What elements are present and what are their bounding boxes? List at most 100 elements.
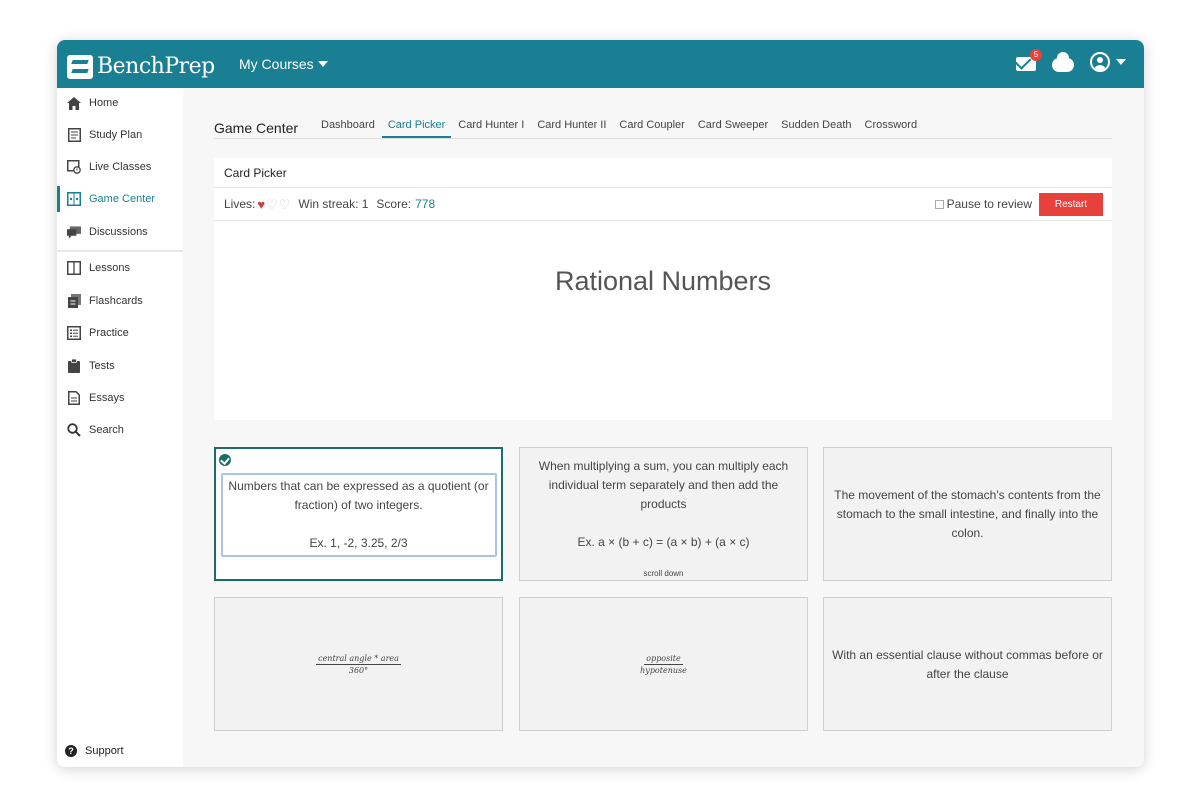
sidebar-item-flashcards[interactable]: Flashcards (57, 288, 183, 314)
score-value: 778 (415, 197, 436, 211)
card-fraction: central angle * area 360° (215, 654, 502, 675)
support-label: Support (85, 745, 124, 757)
sidebar-item-game-center[interactable]: Game Center (57, 186, 183, 212)
my-courses-dropdown[interactable]: My Courses (239, 56, 328, 72)
mail-badge: 5 (1030, 49, 1042, 61)
heart-full-icon: ♥ (257, 196, 266, 212)
heart-empty-icon: ♡ (278, 196, 291, 212)
question-icon: ? (65, 745, 77, 757)
fraction-denominator: 360° (348, 666, 369, 675)
sidebar-item-label: Flashcards (89, 295, 143, 307)
sidebar-item-label: Study Plan (89, 129, 143, 141)
tab-card-picker[interactable]: Card Picker (381, 118, 452, 138)
logo-text: BenchPrep (97, 54, 215, 79)
discussions-icon (67, 225, 81, 239)
tab-dashboard[interactable]: Dashboard (315, 118, 381, 138)
sidebar-item-label: Lessons (89, 262, 130, 274)
sidebar-item-label: Essays (89, 392, 125, 404)
card-example: Ex. a × (b + c) = (a × b) + (a × c) (577, 535, 750, 549)
game-tabs: Dashboard Card Picker Card Hunter I Card… (315, 118, 924, 138)
clipboard-icon (67, 359, 81, 373)
lives-hearts: ♥ ♡ ♡ (257, 198, 290, 211)
score-label: Score: (376, 197, 412, 211)
heart-empty-icon: ♡ (266, 196, 278, 212)
sidebar-item-label: Home (89, 97, 119, 109)
caret-down-icon (317, 61, 328, 67)
sidebar-item-label: Game Center (89, 193, 156, 205)
sidebar-item-label: Discussions (89, 226, 148, 238)
game-status-row: Lives: ♥ ♡ ♡ Win streak: 1 Score: 778 Pa… (214, 188, 1112, 221)
sidebar-item-tests[interactable]: Tests (57, 353, 183, 379)
cloud-download-icon[interactable] (1052, 51, 1074, 72)
logo[interactable]: BenchPrep (67, 54, 215, 79)
answer-card[interactable]: central angle * area 360° (214, 597, 503, 731)
tab-card-hunter-2[interactable]: Card Hunter II (531, 118, 612, 138)
game-panel: Card Picker Lives: ♥ ♡ ♡ Win streak: 1 S… (214, 158, 1112, 420)
live-classes-icon (67, 160, 81, 174)
tab-card-coupler[interactable]: Card Coupler (613, 118, 690, 138)
game-center-icon (67, 192, 81, 206)
tab-sudden-death[interactable]: Sudden Death (775, 118, 857, 138)
card-text: When multiplying a sum, you can multiply… (538, 459, 789, 511)
sidebar-item-label: Tests (89, 360, 115, 372)
practice-icon (67, 326, 81, 340)
answer-card[interactable]: With an essential clause without commas … (823, 597, 1112, 731)
caret-down-icon (1116, 59, 1126, 65)
home-icon (67, 96, 81, 110)
restart-button[interactable]: Restart (1039, 193, 1103, 216)
essays-icon (67, 391, 81, 405)
pause-checkbox[interactable] (934, 199, 944, 209)
panel-title: Card Picker (214, 158, 1112, 188)
tabs-underline (214, 138, 1112, 139)
answer-card[interactable]: When multiplying a sum, you can multiply… (519, 447, 808, 581)
pause-toggle[interactable]: Pause to review (934, 197, 1032, 211)
sidebar-item-label: Live Classes (89, 161, 152, 173)
tab-crossword[interactable]: Crossword (859, 118, 924, 138)
tab-card-hunter-1[interactable]: Card Hunter I (452, 118, 530, 138)
answer-card[interactable]: opposite hypotenuse (519, 597, 808, 731)
card-example: Ex. 1, -2, 3.25, 2/3 (309, 536, 408, 550)
card-text: The movement of the stomach's contents f… (834, 488, 1101, 540)
tab-card-sweeper[interactable]: Card Sweeper (692, 118, 774, 138)
search-icon (67, 423, 81, 437)
sidebar-item-lessons[interactable]: Lessons (57, 255, 183, 281)
card-text: Numbers that can be expressed as a quoti… (228, 479, 489, 512)
lives-label: Lives: (224, 197, 256, 211)
scroll-hint: scroll down (643, 569, 684, 578)
card-text: With an essential clause without commas … (832, 648, 1103, 681)
check-circle-icon (219, 454, 231, 466)
sidebar-item-study-plan[interactable]: Study Plan (57, 122, 183, 148)
user-avatar-icon (1090, 52, 1110, 72)
game-prompt: Rational Numbers (554, 266, 772, 296)
benchprep-logo-icon (67, 54, 93, 79)
sidebar-item-label: Search (89, 424, 124, 436)
sidebar-divider (57, 250, 183, 252)
study-plan-icon (67, 128, 81, 142)
lessons-icon (67, 261, 81, 275)
mail-icon[interactable]: 5 (1016, 49, 1042, 71)
top-bar: BenchPrep My Courses 5 (57, 40, 1144, 88)
fraction-numerator: central angle * area (316, 654, 401, 665)
my-courses-label: My Courses (239, 56, 314, 72)
sidebar-item-home[interactable]: Home (57, 90, 183, 116)
sidebar-item-live-classes[interactable]: Live Classes (57, 154, 183, 180)
sidebar-item-search[interactable]: Search (57, 417, 183, 443)
flashcards-icon (67, 294, 81, 308)
top-icons: 5 (1016, 49, 1126, 72)
fraction-denominator: hypotenuse (640, 666, 687, 675)
sidebar-item-practice[interactable]: Practice (57, 320, 183, 346)
support-link[interactable]: ? Support (65, 745, 124, 757)
app-window: BenchPrep My Courses 5 Home Study Plan L… (57, 40, 1144, 767)
game-stats: Lives: ♥ ♡ ♡ Win streak: 1 Score: 778 (224, 197, 435, 211)
answer-card[interactable]: The movement of the stomach's contents f… (823, 447, 1112, 581)
answer-card[interactable]: Numbers that can be expressed as a quoti… (214, 447, 503, 581)
user-menu[interactable] (1090, 52, 1126, 72)
page-title: Game Center (214, 120, 299, 136)
fraction-numerator: opposite (644, 654, 683, 665)
win-streak: Win streak: 1 (298, 197, 369, 211)
pause-label: Pause to review (946, 197, 1032, 211)
sidebar-item-essays[interactable]: Essays (57, 385, 183, 411)
sidebar: Home Study Plan Live Classes Game Center… (57, 88, 183, 767)
card-fraction: opposite hypotenuse (520, 654, 807, 675)
sidebar-item-discussions[interactable]: Discussions (57, 219, 183, 245)
